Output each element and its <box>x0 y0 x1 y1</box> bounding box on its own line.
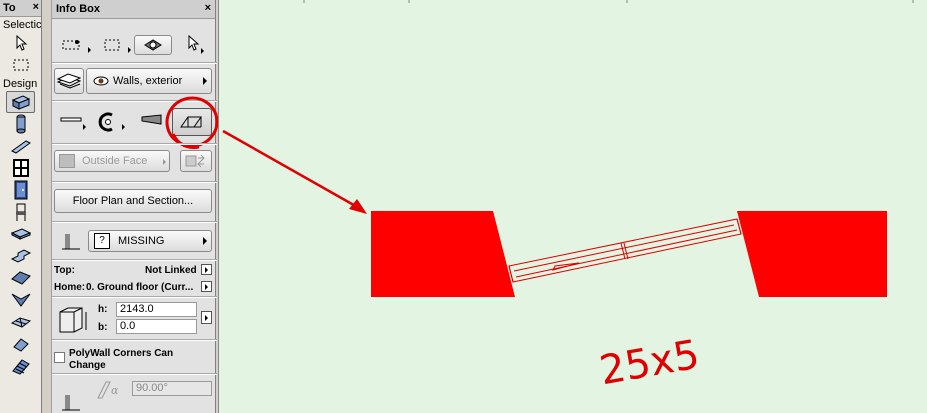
surface-swatch-icon <box>59 154 75 168</box>
info-box-panel: Info Box × Walls, exterior Outside Face … <box>51 0 219 413</box>
svg-text:α: α <box>111 384 119 397</box>
material-dropdown-icon <box>203 237 207 245</box>
polywall-corners-label: PolyWall Corners Can Change <box>69 348 174 371</box>
wall-tool-icon[interactable] <box>6 91 35 113</box>
slab-tool-icon[interactable] <box>0 223 41 245</box>
floor-plan-section-label: Floor Plan and Section... <box>72 195 194 207</box>
toolbox-close-icon[interactable]: × <box>33 1 39 13</box>
layer-name: Walls, exterior <box>113 75 183 87</box>
height-label: h: <box>98 304 108 315</box>
door-tool-icon[interactable] <box>0 179 41 201</box>
height-options-button[interactable] <box>201 311 212 324</box>
toolbox-title-text: To <box>3 2 16 14</box>
slant-angle-icon: α <box>94 380 124 403</box>
layer-settings-button[interactable] <box>54 68 84 94</box>
wall-height-icon <box>60 230 82 255</box>
annotation-arrow <box>222 129 367 214</box>
curtain-wall-tool-icon[interactable] <box>0 355 41 377</box>
polywall-corners-checkbox[interactable] <box>54 352 65 363</box>
stair-tool-icon[interactable] <box>0 245 41 267</box>
roof-tool-icon[interactable] <box>0 267 41 289</box>
top-value: Not Linked <box>145 265 197 276</box>
material-value: MISSING <box>118 235 165 247</box>
left-wall-segment[interactable] <box>371 211 515 297</box>
floor-plan-section-button[interactable]: Floor Plan and Section... <box>54 189 212 213</box>
wall-dimension-icon <box>56 302 90 339</box>
home-label: Home: <box>54 282 86 293</box>
info-box-title: Info Box × <box>52 0 215 19</box>
layer-dropdown-icon <box>203 77 207 85</box>
home-story-button[interactable] <box>201 281 212 292</box>
swap-surface-button[interactable] <box>180 150 212 172</box>
toolbox-panel: To × Selectic Design <box>0 0 42 413</box>
pointer-dropdown-icon[interactable] <box>201 48 204 54</box>
geometry-dropdown-icon[interactable] <box>128 47 131 53</box>
window-tool-icon[interactable] <box>0 157 41 179</box>
surface-select-button[interactable]: Outside Face <box>54 150 170 172</box>
eye-icon <box>93 76 109 86</box>
base-offset-field[interactable]: 0.0 <box>116 319 197 334</box>
single-selection-icon[interactable] <box>61 37 85 56</box>
curved-method-dropdown-icon[interactable] <box>122 124 125 130</box>
profile-icon <box>60 393 82 413</box>
window-element[interactable] <box>508 218 742 283</box>
right-wall-segment[interactable] <box>737 211 887 297</box>
selection-dropdown-icon[interactable] <box>88 47 91 53</box>
height-field[interactable]: 2143.0 <box>116 302 197 317</box>
annotation-circle <box>165 96 219 149</box>
info-box-title-text: Info Box <box>56 3 100 15</box>
morph-tool-icon[interactable] <box>0 333 41 355</box>
top-link-button[interactable] <box>201 264 212 275</box>
rectangle-selection-icon[interactable] <box>103 37 127 56</box>
floor-plan-drawing: 25x5 <box>222 0 914 395</box>
surface-label: Outside Face <box>82 155 148 167</box>
top-label: Top: <box>54 265 75 276</box>
arrow-tool-icon[interactable] <box>0 32 41 54</box>
beam-tool-icon[interactable] <box>0 135 41 157</box>
material-unknown-icon: ? <box>94 233 110 249</box>
trapezoid-wall-icon[interactable] <box>141 114 163 129</box>
surface-dropdown-icon <box>163 159 166 165</box>
slant-angle-field[interactable]: 90.00° <box>132 381 212 396</box>
base-offset-label: b: <box>98 322 108 333</box>
handwritten-annotation: 25x5 <box>596 332 702 395</box>
layer-select-button[interactable]: Walls, exterior <box>86 68 212 94</box>
curved-wall-icon[interactable] <box>97 111 119 136</box>
toolbox-section-design: Design <box>3 78 38 90</box>
toolbox-title: To × <box>0 0 41 17</box>
magic-wand-button[interactable] <box>134 35 172 55</box>
floor-plan-canvas[interactable]: 25x5 <box>218 0 927 413</box>
straight-wall-icon[interactable] <box>60 115 82 128</box>
home-value: 0. Ground floor (Curr... <box>86 282 194 293</box>
info-box-close-icon[interactable]: × <box>205 2 211 14</box>
building-material-button[interactable]: ? MISSING <box>88 230 212 252</box>
toolbox-section-selection: Selectic <box>3 19 42 31</box>
object-tool-icon[interactable] <box>0 201 41 223</box>
marquee-tool-icon[interactable] <box>0 54 41 76</box>
shell-tool-icon[interactable] <box>0 289 41 311</box>
mesh-tool-icon[interactable] <box>0 311 41 333</box>
column-tool-icon[interactable] <box>0 113 41 135</box>
pointer-icon[interactable] <box>186 34 200 54</box>
wall-method-dropdown-icon[interactable] <box>83 124 86 130</box>
